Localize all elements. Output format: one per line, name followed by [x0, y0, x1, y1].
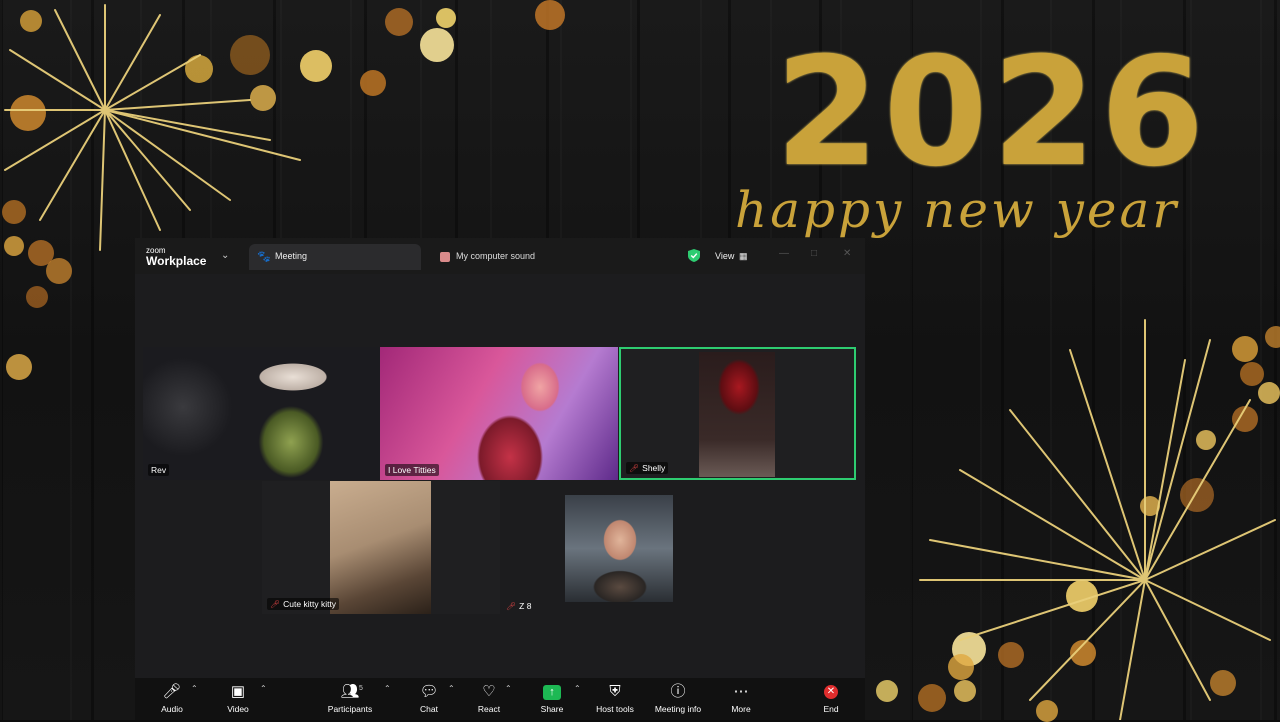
video-feed: [330, 481, 431, 614]
minimize-icon[interactable]: —: [779, 248, 789, 259]
more-label: More: [731, 704, 751, 714]
tab-meeting-label: Meeting: [275, 251, 308, 261]
participants-label: Participants: [327, 704, 373, 714]
grid-icon: ▦: [739, 251, 748, 261]
microphone-icon: 🎤︎: [162, 683, 182, 700]
chat-icon: 💬︎: [419, 683, 439, 700]
view-label: View: [715, 251, 735, 261]
video-feed: [699, 352, 775, 477]
share-button[interactable]: ↑ Share: [537, 682, 567, 714]
share-label: Share: [540, 704, 564, 714]
react-options-caret[interactable]: ⌃: [505, 684, 512, 693]
meeting-info-label: Meeting info: [654, 704, 702, 714]
tab-my-computer-sound[interactable]: My computer sound: [440, 251, 535, 262]
video-options-caret[interactable]: ⌃: [260, 684, 267, 693]
video-label: Video: [227, 704, 249, 714]
audio-label: Audio: [161, 704, 183, 714]
end-meeting-icon: ✕: [824, 685, 838, 700]
share-options-caret[interactable]: ⌃: [574, 684, 581, 693]
end-button[interactable]: ✕ End: [815, 682, 847, 714]
video-tile-rev[interactable]: Rev: [143, 347, 380, 480]
mic-muted-icon: 🎤︎: [629, 464, 640, 473]
more-dots-icon: ⋯: [733, 683, 749, 700]
chat-button[interactable]: 💬︎ Chat: [415, 682, 443, 714]
host-tools-button[interactable]: ⛨ Host tools: [593, 682, 637, 714]
participant-name: Rev: [148, 464, 170, 476]
share-screen-icon: ↑: [543, 684, 561, 700]
chat-options-caret[interactable]: ⌃: [448, 684, 455, 693]
firework-top-left: [4, 4, 301, 251]
brand-big: Workplace: [146, 254, 207, 268]
shield-check-icon[interactable]: [688, 249, 700, 262]
mic-muted-icon: 🎤︎: [506, 602, 517, 611]
close-icon[interactable]: ✕: [843, 248, 851, 259]
participant-name: 🎤︎ Cute kitty kitty: [267, 598, 340, 610]
more-button[interactable]: ⋯ More: [725, 682, 757, 714]
mic-muted-icon: 🎤︎: [270, 600, 281, 609]
video-feed: [565, 495, 673, 602]
paw-icon: 🐾: [257, 251, 271, 263]
shield-icon: ⛨: [609, 683, 621, 700]
tab-meeting[interactable]: 🐾 Meeting: [249, 244, 421, 270]
chat-label: Chat: [420, 704, 438, 714]
react-label: React: [477, 704, 501, 714]
chevron-down-icon[interactable]: ⌄: [221, 250, 229, 261]
participants-button[interactable]: 👥︎ 5 Participants: [325, 682, 375, 714]
video-tile-i-love-titties[interactable]: I Love Titties: [380, 347, 618, 480]
meeting-info-button[interactable]: ⓘ Meeting info: [651, 682, 705, 714]
zoom-workplace-logo[interactable]: zoom Workplace: [146, 247, 207, 268]
react-button[interactable]: ♡ React: [475, 682, 503, 714]
maximize-icon[interactable]: □: [811, 248, 817, 259]
video-tile-shelly[interactable]: 🎤︎ Shelly: [619, 347, 856, 480]
video-button[interactable]: ▣ Video: [223, 682, 253, 714]
participants-icon: 👥︎: [340, 683, 360, 700]
heart-icon: ♡: [482, 683, 496, 700]
tab-sound-label: My computer sound: [456, 251, 536, 261]
end-label: End: [823, 704, 839, 714]
info-icon: ⓘ: [670, 683, 686, 700]
participants-count: 5: [359, 685, 363, 692]
audio-button[interactable]: 🎤︎ Audio: [157, 682, 187, 714]
video-tile-z8[interactable]: 🎤︎ Z 8: [501, 481, 739, 614]
audio-options-caret[interactable]: ⌃: [191, 684, 198, 693]
zoom-meeting-window: zoom Workplace ⌄ 🐾 Meeting My computer s…: [135, 238, 865, 720]
host-tools-label: Host tools: [596, 704, 634, 714]
firework-bottom-right: [919, 319, 1276, 720]
happy-new-year-script: happy new year: [735, 181, 1180, 239]
meeting-toolbar: 🎤︎ Audio ⌃ ▣ Video ⌃ 👥︎ 5 Participants ⌃…: [135, 678, 865, 720]
participant-name: I Love Titties: [385, 464, 439, 476]
participants-options-caret[interactable]: ⌃: [384, 684, 391, 693]
participant-name: 🎤︎ Shelly: [626, 462, 669, 474]
participant-name: 🎤︎ Z 8: [506, 601, 532, 611]
year-title: 2026: [775, 26, 1209, 200]
view-button[interactable]: View ▦: [705, 246, 755, 266]
video-camera-icon: ▣: [230, 683, 246, 700]
sound-icon: [440, 251, 450, 262]
title-bar: zoom Workplace ⌄ 🐾 Meeting My computer s…: [135, 238, 865, 274]
video-tile-cute-kitty-kitty[interactable]: 🎤︎ Cute kitty kitty: [262, 481, 500, 614]
